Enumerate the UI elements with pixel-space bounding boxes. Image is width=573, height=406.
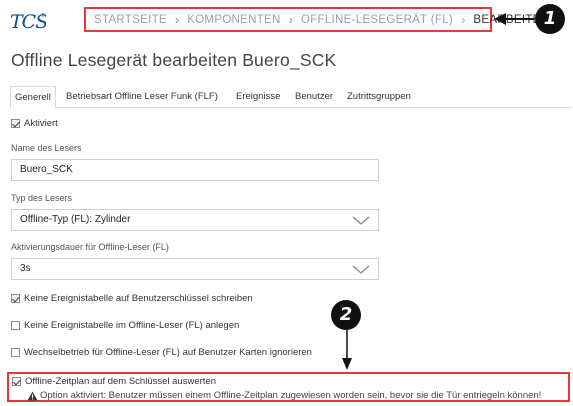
breadcrumb-separator: ›: [288, 12, 293, 27]
page-title: Offline Lesegerät bearbeiten Buero_SCK: [11, 50, 337, 70]
chevron-down-icon: [352, 216, 370, 225]
option-row: Wechselbetrieb für Offline-Leser (FL) au…: [11, 347, 312, 358]
aktiviert-checkbox[interactable]: [11, 119, 20, 128]
svg-text:®: ®: [41, 12, 45, 19]
option-checkbox-ignore-alternating[interactable]: [11, 348, 20, 357]
arrow-down-icon: [342, 330, 352, 370]
breadcrumb-separator: ›: [174, 12, 180, 27]
type-label: Typ des Lesers: [11, 193, 73, 203]
tab-bar: Generell Betriebsart Offline Leser Funk …: [10, 86, 572, 109]
option-row: Keine Ereignistabelle auf Benutzerschlüs…: [11, 293, 253, 304]
chevron-down-icon: [352, 265, 370, 274]
tab-generell[interactable]: Generell: [10, 86, 56, 109]
breadcrumb-separator: ›: [461, 12, 466, 27]
option-checkbox-no-event-table-key[interactable]: [11, 294, 20, 303]
duration-select-value: 3s: [20, 263, 31, 274]
duration-label: Aktivierungsdauer für Offline-Leser (FL): [11, 242, 169, 252]
warning-icon: [27, 391, 38, 400]
breadcrumb: STARTSEITE › KOMPONENTEN › OFFLINE-LESEG…: [84, 7, 549, 32]
option-label: Keine Ereignistabelle auf Benutzerschlüs…: [24, 293, 253, 304]
option-label: Keine Ereignistabelle im Offline-Leser (…: [24, 320, 240, 331]
option-label: Wechselbetrieb für Offline-Leser (FL) au…: [24, 347, 312, 358]
tab-betriebsart-flf[interactable]: Betriebsart Offline Leser Funk (FLF): [62, 86, 222, 108]
arrow-left-icon: [494, 13, 534, 25]
breadcrumb-item-offline-lesegeraet[interactable]: OFFLINE-LESEGERÄT (FL): [301, 14, 453, 26]
warning-message: Option aktiviert: Benutzer müssen einem …: [27, 390, 541, 401]
option-checkbox-offline-schedule[interactable]: [12, 377, 21, 386]
duration-select[interactable]: 3s: [11, 258, 379, 280]
tab-zutrittsgruppen[interactable]: Zutrittsgruppen: [343, 86, 415, 108]
option-row: Offline-Zeitplan auf dem Schlüssel auswe…: [12, 376, 216, 387]
highlighted-option-box: Offline-Zeitplan auf dem Schlüssel auswe…: [7, 372, 570, 402]
aktiviert-row: Aktiviert: [11, 118, 58, 129]
name-label: Name des Lesers: [11, 143, 82, 153]
tab-benutzer[interactable]: Benutzer: [291, 86, 337, 108]
option-checkbox-no-event-table-reader[interactable]: [11, 321, 20, 330]
breadcrumb-item-komponenten[interactable]: KOMPONENTEN: [187, 14, 280, 26]
type-select-value: Offline-Typ (FL): Zylinder: [20, 214, 131, 225]
aktiviert-label: Aktiviert: [24, 118, 58, 129]
annotation-badge-2: 2: [331, 300, 361, 330]
option-label: Offline-Zeitplan auf dem Schlüssel auswe…: [25, 376, 216, 387]
annotation-badge-1: 1: [535, 4, 565, 34]
option-row: Keine Ereignistabelle im Offline-Leser (…: [11, 320, 239, 331]
type-select[interactable]: Offline-Typ (FL): Zylinder: [11, 209, 379, 231]
breadcrumb-item-startseite[interactable]: STARTSEITE: [94, 14, 167, 26]
tcs-logo: TCS ®: [10, 11, 46, 32]
tab-ereignisse[interactable]: Ereignisse: [232, 86, 284, 108]
name-input[interactable]: Buero_SCK: [11, 159, 379, 181]
warning-text: Option aktiviert: Benutzer müssen einem …: [40, 390, 542, 401]
